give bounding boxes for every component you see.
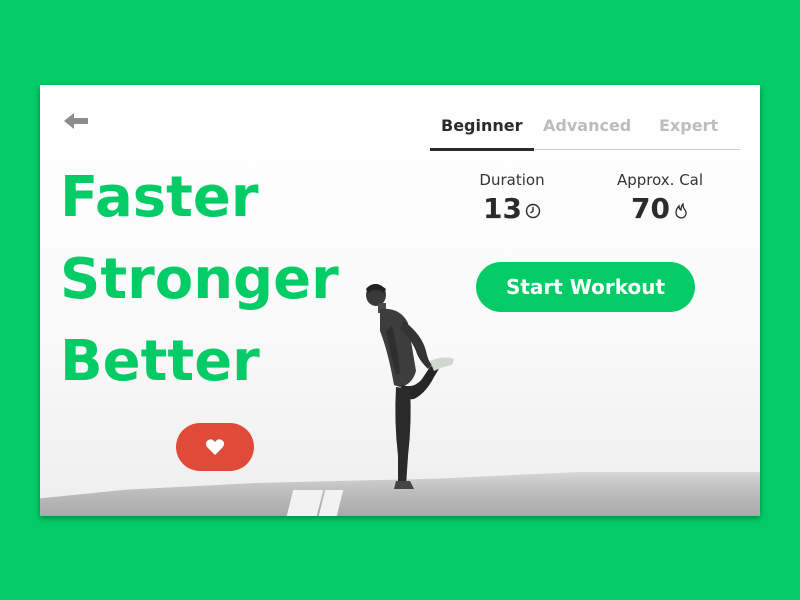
workout-card: Faster Stronger Better Beginner Advanced… bbox=[40, 85, 760, 516]
clock-icon bbox=[525, 203, 541, 219]
headline-line-3: Better bbox=[60, 329, 260, 394]
headline-line-2: Stronger bbox=[60, 247, 339, 312]
back-arrow-icon[interactable] bbox=[62, 111, 90, 131]
tab-expert[interactable]: Expert bbox=[659, 116, 718, 135]
tab-beginner[interactable]: Beginner bbox=[441, 116, 523, 135]
heart-icon bbox=[205, 439, 225, 455]
headline-line-1: Faster bbox=[60, 165, 259, 230]
difficulty-tabs: Beginner Advanced Expert bbox=[430, 113, 740, 151]
hero-headline: Faster Stronger Better bbox=[60, 157, 339, 403]
duration-value: 13 bbox=[483, 192, 522, 225]
active-tab-indicator bbox=[430, 148, 534, 151]
calories-label: Approx. Cal bbox=[616, 171, 704, 189]
calories-stat: Approx. Cal 70 bbox=[608, 171, 712, 224]
like-button[interactable] bbox=[176, 423, 254, 471]
duration-label: Duration bbox=[479, 171, 545, 189]
duration-stat: Duration 13 bbox=[468, 171, 556, 224]
runner-figure bbox=[366, 284, 454, 489]
start-workout-button[interactable]: Start Workout bbox=[476, 262, 695, 312]
calories-value: 70 bbox=[631, 192, 670, 225]
tab-advanced[interactable]: Advanced bbox=[543, 116, 631, 135]
flame-icon bbox=[675, 203, 687, 219]
